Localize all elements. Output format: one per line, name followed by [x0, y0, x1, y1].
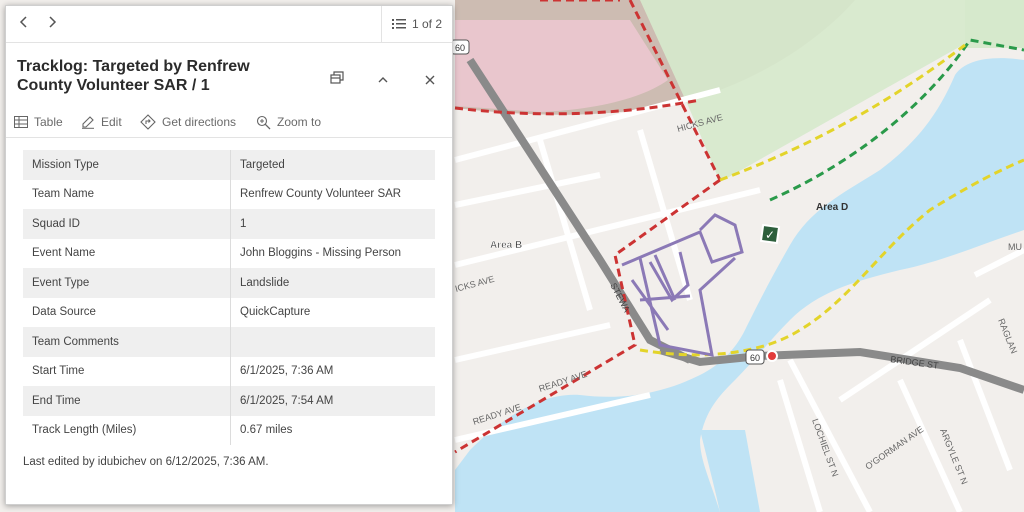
edit-label: Edit — [101, 115, 122, 129]
field-name: Team Comments — [23, 327, 231, 357]
table-row: Event Type Landslide — [23, 268, 435, 298]
pager-label: 1 of 2 — [411, 17, 443, 31]
table-row: Data Source QuickCapture — [23, 297, 435, 327]
table-row: Team Comments — [23, 327, 435, 357]
feature-pager[interactable]: 1 of 2 — [381, 6, 452, 42]
field-name: Event Name — [23, 238, 231, 268]
directions-icon — [140, 114, 156, 130]
attribute-table: Mission Type Targeted Team Name Renfrew Cou… — [23, 150, 435, 445]
list-icon — [391, 19, 406, 29]
zoom-in-icon — [256, 115, 271, 129]
field-name: Squad ID — [23, 209, 231, 239]
feature-popup: 1 of 2 Tracklog: Targeted by Renfrew Cou… — [5, 5, 453, 505]
svg-text:60: 60 — [455, 43, 465, 53]
field-value: John Bloggins - Missing Person — [240, 247, 402, 260]
table-row: Start Time 6/1/2025, 7:36 AM — [23, 356, 435, 386]
svg-text:✓: ✓ — [765, 228, 775, 242]
field-value — [230, 327, 435, 357]
route-60-shield-top: 60 — [450, 39, 470, 55]
table-icon — [14, 116, 28, 128]
svg-text:60: 60 — [750, 353, 760, 363]
field-value: QuickCapture — [240, 306, 311, 319]
location-marker[interactable] — [766, 350, 778, 362]
table-button[interactable]: Table — [14, 112, 63, 132]
area-b-label: Area B — [490, 240, 522, 251]
popup-topbar: 1 of 2 — [6, 6, 452, 43]
field-name: Team Name — [23, 179, 231, 209]
field-name: Track Length (Miles) — [23, 415, 231, 445]
collapse-button[interactable] — [372, 69, 394, 91]
get-directions-button[interactable]: Get directions — [140, 112, 236, 132]
field-name: End Time — [23, 386, 231, 416]
table-row: Squad ID 1 — [23, 209, 435, 239]
close-button[interactable] — [419, 69, 441, 91]
table-row: Mission Type Targeted — [23, 150, 435, 180]
previous-button[interactable] — [12, 12, 36, 36]
edit-button[interactable]: Edit — [81, 112, 122, 132]
table-row: End Time 6/1/2025, 7:54 AM — [23, 386, 435, 416]
popup-title: Tracklog: Targeted by Renfrew County Vol… — [17, 58, 250, 94]
table-row: Event Name John Bloggins - Missing Person — [23, 238, 435, 268]
field-value: 6/1/2025, 7:54 AM — [230, 386, 435, 416]
zoom-to-label: Zoom to — [277, 115, 322, 129]
mu-st-label: MU — [1008, 242, 1022, 252]
popup-header: Tracklog: Targeted by Renfrew County Vol… — [6, 43, 452, 105]
field-name: Start Time — [23, 356, 231, 386]
get-directions-label: Get directions — [162, 115, 237, 129]
close-icon — [425, 75, 435, 85]
next-button[interactable] — [40, 12, 64, 36]
chevron-up-icon — [378, 77, 388, 83]
chevron-right-icon — [49, 16, 57, 28]
field-name: Mission Type — [23, 150, 231, 180]
table-row: Track Length (Miles) 0.67 miles — [23, 415, 435, 445]
route-60-shield-bottom: 60 — [745, 349, 765, 365]
popup-actions: Table Edit Get directions Zoom to — [6, 106, 452, 138]
field-value: Landslide — [230, 268, 435, 298]
zoom-to-button[interactable]: Zoom to — [256, 112, 321, 132]
table-row: Team Name Renfrew County Volunteer SAR — [23, 179, 435, 209]
checkpoint-icon[interactable]: ✓ — [759, 223, 781, 245]
table-label: Table — [34, 115, 63, 129]
area-d-label: Area D — [816, 202, 848, 213]
field-name: Data Source — [23, 297, 231, 327]
field-value: Targeted — [230, 150, 435, 180]
last-edited-info: Last edited by idubichev on 6/12/2025, 7… — [23, 456, 269, 468]
field-value: 6/1/2025, 7:36 AM — [240, 365, 334, 378]
field-name: Event Type — [23, 268, 231, 298]
field-value: 0.67 miles — [240, 424, 293, 437]
chevron-left-icon — [19, 16, 27, 28]
edit-icon — [82, 116, 94, 129]
field-value: Renfrew County Volunteer SAR — [240, 188, 402, 201]
dock-button[interactable] — [326, 69, 348, 91]
dock-icon — [330, 71, 344, 84]
field-value: 1 — [230, 209, 435, 239]
